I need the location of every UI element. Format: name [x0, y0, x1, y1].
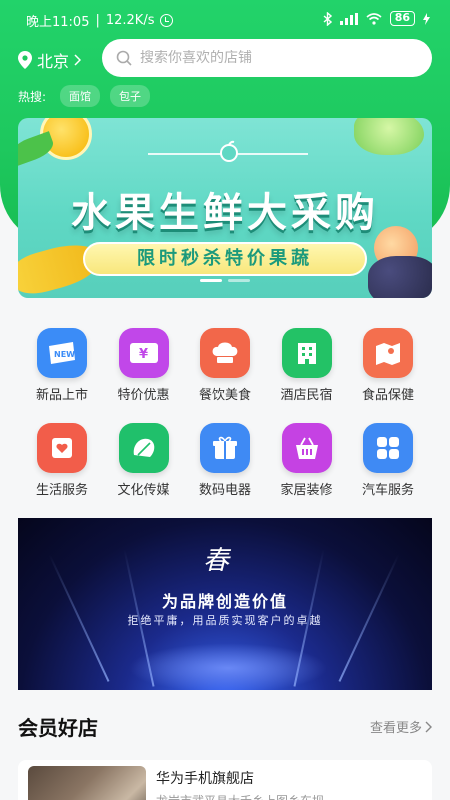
- bluetooth-icon: [323, 11, 332, 26]
- location-pin-icon: [18, 51, 32, 69]
- promo-title: 为品牌创造价值: [161, 592, 288, 611]
- search-bar[interactable]: [102, 39, 432, 77]
- chef-hat-icon: [200, 328, 250, 378]
- status-left: 晚上11:05 | 12.2K/s: [26, 11, 174, 30]
- category-label: 新品上市: [35, 388, 88, 403]
- hotel-icon: [281, 328, 332, 378]
- leaf-image: [18, 131, 57, 167]
- network-speed: 12.2K/s: [105, 13, 155, 28]
- basket-icon: [281, 423, 332, 473]
- section-title: 会员好店: [18, 716, 98, 740]
- category-electronics[interactable]: 数码电器: [185, 423, 265, 498]
- new-icon: NEW: [37, 328, 87, 378]
- category-row: NEW 新品上市 ¥ 特价优惠 餐饮美食 酒店民宿 食品保健: [0, 328, 450, 403]
- promo-logo: 春: [203, 546, 230, 576]
- map-icon: [363, 328, 413, 378]
- top-header: 北京: [0, 38, 450, 80]
- category-label: 食品保健: [361, 388, 414, 403]
- hot-tag[interactable]: 包子: [110, 85, 151, 107]
- category-hotels[interactable]: 酒店民宿: [267, 328, 347, 403]
- category-label: 文化传媒: [117, 483, 170, 498]
- carousel-dot-active: [200, 279, 222, 282]
- promo-subtitle: 拒绝平庸，用品质实现客户的卓越: [127, 614, 323, 627]
- city-name: 北京: [37, 52, 70, 71]
- view-more-link[interactable]: 查看更多: [370, 717, 432, 736]
- grapes-image: [368, 256, 432, 298]
- carousel-indicator: [18, 279, 432, 282]
- member-shops-header: 会员好店 查看更多: [18, 712, 432, 741]
- chevron-right-icon: [74, 54, 82, 66]
- category-new-arrivals[interactable]: NEW 新品上市: [22, 328, 102, 403]
- shop-name: 华为手机旗舰店: [156, 771, 254, 787]
- banner-title: 水果生鲜大采购: [71, 190, 379, 236]
- category-food-health[interactable]: 食品保健: [348, 328, 428, 403]
- search-input[interactable]: [140, 50, 400, 66]
- apple-icon: [220, 140, 238, 162]
- category-culture-media[interactable]: 文化传媒: [104, 423, 184, 498]
- promo-banner[interactable]: 春 为品牌创造价值 拒绝平庸，用品质实现客户的卓越: [18, 518, 432, 690]
- chevron-right-icon: [425, 721, 432, 732]
- shop-card[interactable]: 华为手机旗舰店 龙岩市武平县大禾乡上图乡东坝: [18, 760, 432, 800]
- svg-text:¥: ¥: [139, 347, 148, 362]
- status-time: 晚上11:05: [26, 15, 90, 30]
- category-home-decor[interactable]: 家居装修: [267, 423, 347, 498]
- status-right: 86: [323, 11, 430, 26]
- heart-card-icon: [37, 423, 87, 473]
- cabbage-icon: [118, 423, 169, 473]
- hot-search-label: 热搜:: [18, 89, 47, 104]
- lettuce-image: [354, 118, 424, 155]
- gift-icon: [200, 423, 250, 473]
- grid-icon: [363, 423, 413, 473]
- stage-glow: [128, 643, 328, 690]
- category-label: 生活服务: [35, 483, 88, 498]
- signal-icon: [339, 12, 358, 25]
- category-special-offers[interactable]: ¥ 特价优惠: [104, 328, 184, 403]
- category-label: 数码电器: [198, 483, 251, 498]
- search-icon: [116, 50, 132, 66]
- city-selector[interactable]: 北京: [18, 48, 82, 72]
- view-more-label: 查看更多: [369, 721, 422, 736]
- banner-subtitle: 限时秒杀特价果蔬: [83, 242, 367, 276]
- category-dining[interactable]: 餐饮美食: [185, 328, 265, 403]
- category-label: 特价优惠: [117, 388, 170, 403]
- hot-search-row: 热搜: 面馆 包子: [18, 85, 151, 107]
- category-auto-services[interactable]: 汽车服务: [348, 423, 428, 498]
- yen-icon: ¥: [118, 328, 169, 378]
- category-row: 生活服务 文化传媒 数码电器 家居装修 汽车服务: [0, 423, 450, 498]
- charging-icon: [423, 12, 430, 25]
- shop-thumbnail: [28, 766, 146, 800]
- category-label: 家居装修: [280, 483, 333, 498]
- carousel-dot: [228, 279, 250, 282]
- hero-banner[interactable]: 水果生鲜大采购 限时秒杀特价果蔬: [18, 118, 432, 298]
- category-grid: NEW 新品上市 ¥ 特价优惠 餐饮美食 酒店民宿 食品保健 生活服务 文化传媒…: [0, 328, 450, 518]
- wifi-icon: [366, 12, 382, 25]
- battery-indicator: 86: [389, 11, 415, 26]
- category-label: 餐饮美食: [198, 388, 251, 403]
- category-label: 汽车服务: [361, 483, 414, 498]
- shop-address: 龙岩市武平县大禾乡上图乡东坝: [156, 792, 324, 800]
- hot-tag[interactable]: 面馆: [60, 85, 101, 107]
- category-life-services[interactable]: 生活服务: [22, 423, 102, 498]
- status-bar: 晚上11:05 | 12.2K/s 86: [0, 0, 450, 38]
- category-label: 酒店民宿: [280, 388, 333, 403]
- alarm-clock-icon: [160, 14, 174, 27]
- svg-text:NEW: NEW: [54, 350, 75, 359]
